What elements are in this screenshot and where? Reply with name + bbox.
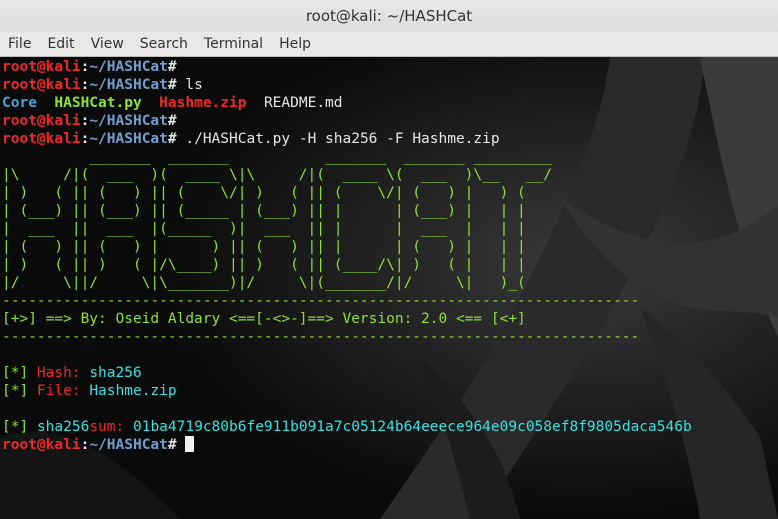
banner-line: |/ \||/ \|\_______)|/ \|(_______/|/ \| )… bbox=[2, 275, 552, 291]
banner-line: | (___) || (___) || (_____ | (___) || | … bbox=[2, 203, 552, 219]
banner-line: | ___ || ___ |(_____ )| ___ || | | ___ |… bbox=[2, 221, 552, 237]
file-info-line: [*] File: Hashme.zip bbox=[2, 383, 177, 399]
prompt-line: root@kali:~/HASHCat# bbox=[2, 59, 177, 75]
prompt-line-active: root@kali:~/HASHCat# bbox=[2, 436, 776, 454]
menu-edit[interactable]: Edit bbox=[39, 36, 82, 52]
menu-file[interactable]: File bbox=[0, 36, 39, 52]
file-hashcat-py: HASHCat.py bbox=[54, 95, 142, 111]
banner-line: _______ _______ _______ _______ ________… bbox=[2, 149, 552, 165]
banner-line: | ( ) || ( ) | ) || ( ) || | | ( ) | | | bbox=[2, 239, 552, 255]
text-cursor bbox=[185, 436, 195, 452]
ls-output: Core HASHCat.py Hashme.zip README.md bbox=[2, 94, 776, 112]
dir-core: Core bbox=[2, 95, 37, 111]
hash-sum-value: 01ba4719c80b6fe911b091a7c05124b64eeece96… bbox=[132, 419, 692, 435]
prompt-line: root@kali:~/HASHCat# bbox=[2, 113, 177, 129]
window-title: root@kali: ~/HASHCat bbox=[0, 0, 778, 32]
terminal-window: root@kali: ~/HASHCat File Edit View Sear… bbox=[0, 0, 778, 519]
banner-line: | ) ( || ) ( |/\____) || ) ( || (____/\|… bbox=[2, 257, 552, 273]
menu-search[interactable]: Search bbox=[132, 36, 196, 52]
terminal-area[interactable]: root@kali:~/HASHCat# root@kali:~/HASHCat#… bbox=[0, 57, 778, 519]
file-readme: README.md bbox=[263, 95, 343, 111]
terminal-output: root@kali:~/HASHCat# root@kali:~/HASHCat#… bbox=[0, 57, 778, 455]
separator-rule: ----------------------------------------… bbox=[2, 293, 640, 309]
banner-line: |\ /|( ___ )( ____ \|\ /|( ____ \( ___ )… bbox=[2, 167, 552, 183]
hash-sum-line: [*] sha256sum: 01ba4719c80b6fe911b091a7c… bbox=[2, 419, 692, 435]
command-line-run: root@kali:~/HASHCat# ./HASHCat.py -H sha… bbox=[2, 131, 500, 147]
hash-info-line: [*] Hash: sha256 bbox=[2, 365, 142, 381]
banner-line: | ) ( || ( ) || ( \/| ) ( || ( \/| ( ) |… bbox=[2, 185, 552, 201]
credit-line: [+>] ==> By: Oseid Aldary <==[-<>-]==> V… bbox=[2, 311, 526, 327]
command-line-ls: root@kali:~/HASHCat# ls bbox=[2, 77, 203, 93]
menu-bar: File Edit View Search Terminal Help bbox=[0, 32, 778, 57]
separator-rule: ----------------------------------------… bbox=[2, 329, 640, 345]
menu-terminal[interactable]: Terminal bbox=[196, 36, 271, 52]
menu-help[interactable]: Help bbox=[271, 36, 319, 52]
file-hashme-zip: Hashme.zip bbox=[159, 95, 247, 111]
menu-view[interactable]: View bbox=[83, 36, 132, 52]
